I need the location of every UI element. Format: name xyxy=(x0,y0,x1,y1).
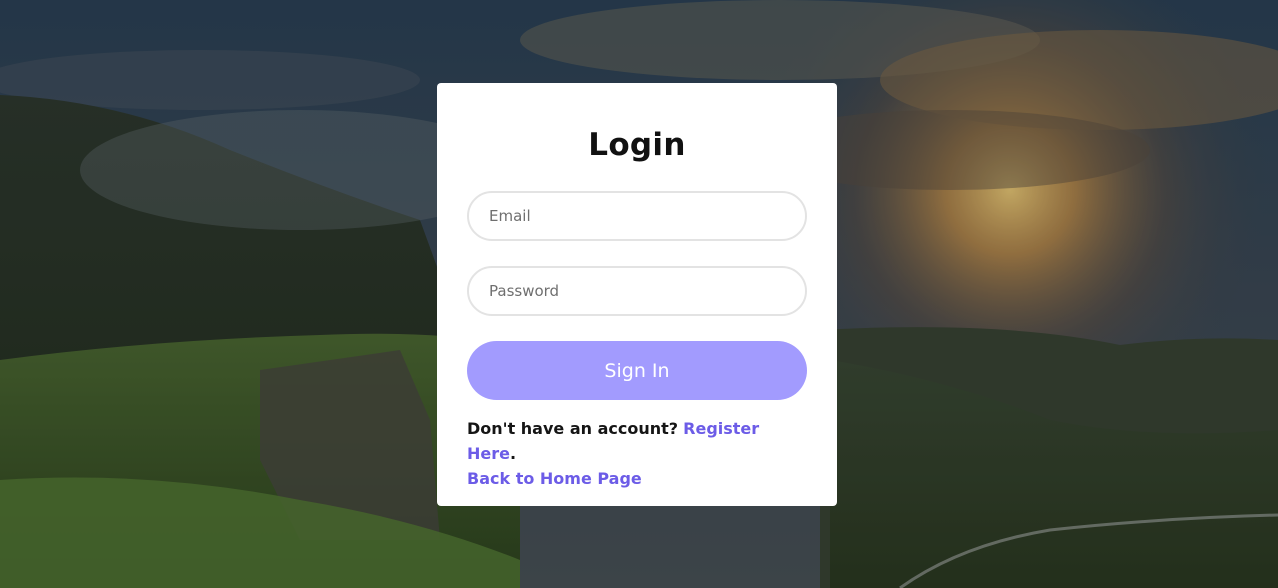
no-account-text: Don't have an account? xyxy=(467,419,679,438)
login-title: Login xyxy=(588,127,686,163)
email-input[interactable] xyxy=(467,191,807,241)
password-input[interactable] xyxy=(467,266,807,316)
register-period: . xyxy=(509,444,517,463)
register-prompt: Don't have an account? Register Here. xyxy=(467,416,807,466)
back-to-home-link[interactable]: Back to Home Page xyxy=(467,469,642,488)
home-link-row: Back to Home Page xyxy=(467,466,807,491)
login-card: Login Sign In Don't have an account? Reg… xyxy=(437,83,837,506)
login-footer: Don't have an account? Register Here. Ba… xyxy=(467,416,807,491)
sign-in-button[interactable]: Sign In xyxy=(467,341,807,400)
